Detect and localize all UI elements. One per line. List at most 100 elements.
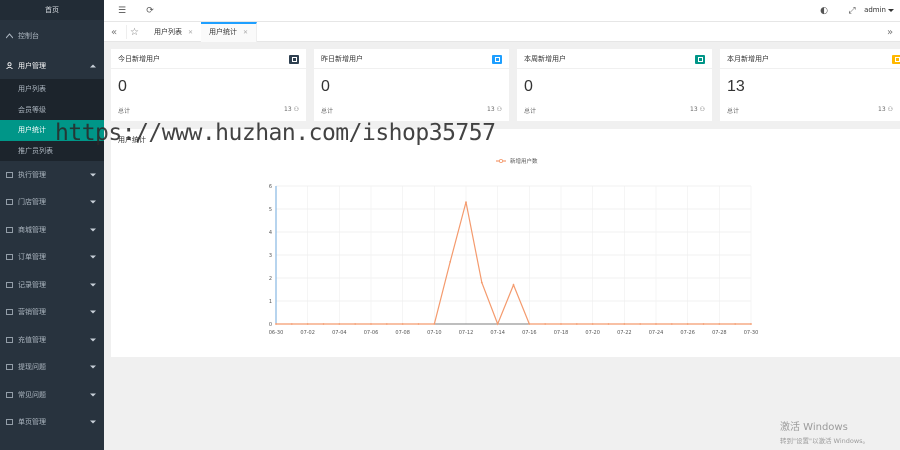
user-icon [5,62,13,69]
chevron-down-icon [90,393,96,397]
data-point [354,323,357,325]
sidebar-item[interactable]: 单页管理 [0,409,104,437]
data-point [702,323,705,325]
data-point [750,323,752,325]
y-tick-label: 0 [269,322,272,328]
data-point [686,323,689,325]
list-icon [5,336,13,343]
menu-toggle-icon[interactable]: ☰ [116,5,128,17]
stat-card-month: 本月新增用户 13 总计 13 ⚇ [720,49,900,121]
y-tick-label: 3 [269,253,272,259]
data-point [734,323,737,325]
list-icon [5,309,13,316]
tab-scroll-left-icon[interactable]: « [106,25,122,39]
data-point [607,323,610,325]
chevron-down-icon [90,365,96,369]
data-point [322,323,325,325]
chevron-down-icon [90,173,96,177]
x-tick-label: 07-08 [395,330,410,336]
theme-icon[interactable]: ◐ [818,5,830,17]
sidebar-item[interactable]: 商城管理 [0,216,104,244]
sidebar-item-dashboard[interactable]: 控制台 [0,20,104,52]
card-title: 本月新增用户 [727,55,769,63]
data-point [480,281,483,284]
refresh-icon[interactable]: ⟳ [144,5,156,17]
sidebar-item[interactable]: 充值管理 [0,326,104,354]
tab-scroll-right-icon[interactable]: » [882,25,898,39]
chevron-down-icon [90,255,96,259]
y-tick-label: 2 [269,276,272,282]
home-icon[interactable]: ☆ [126,25,142,39]
data-point [528,323,531,325]
data-point [306,323,309,325]
list-icon [5,171,13,178]
data-point [544,323,547,325]
windows-notice-line2: 转到"设置"以激活 Windows。 [780,437,870,445]
data-point [639,323,642,325]
card-foot-value: 13 [284,106,292,113]
sidebar-item[interactable]: 门店管理 [0,189,104,217]
chevron-down-icon [90,310,96,314]
card-badge-icon [289,55,299,64]
user-menu[interactable]: admin [864,6,894,14]
sidebar-subitem-member-level[interactable]: 会员等级 [0,100,104,121]
data-point [275,323,277,325]
chevron-down-icon [90,283,96,287]
sidebar-item-label: 商城管理 [18,225,46,234]
sidebar-item-user-management[interactable]: 用户管理 [0,52,104,79]
card-value: 0 [118,78,127,95]
sidebar-subitem-user-list[interactable]: 用户列表 [0,79,104,100]
sidebar-item-label: 充值管理 [18,335,46,344]
x-tick-label: 07-06 [364,330,379,336]
sidebar-item-label: 控制台 [18,32,39,40]
x-tick-label: 07-28 [712,330,727,336]
sidebar-item[interactable]: 提现问题 [0,354,104,382]
card-foot-value: 13 [878,106,886,113]
sidebar-item[interactable]: 常见问题 [0,381,104,409]
fullscreen-icon[interactable]: ⤢ [846,5,858,17]
sidebar-item[interactable]: 订单管理 [0,244,104,272]
list-icon [5,226,13,233]
card-badge-icon [892,55,900,64]
line-chart: 0 1 2 3 4 5 6 06-30 07-02 07-04 07-06 07-08 07-10 07-… [269,157,759,336]
tab-user-stats[interactable]: 用户统计 ✕ [201,22,258,42]
users-icon: ⚇ [496,106,502,113]
close-icon[interactable]: ✕ [243,29,248,36]
data-point [670,323,673,325]
sidebar-item[interactable]: 执行管理 [0,161,104,189]
card-title: 今日新增用户 [118,55,160,63]
x-tick-label: 07-12 [459,330,474,336]
close-icon[interactable]: ✕ [188,29,193,36]
data-point [370,323,372,325]
sidebar-item-label: 订单管理 [18,253,46,262]
chevron-up-icon [90,64,96,67]
card-badge-icon [695,55,705,64]
sidebar: 首页 控制台 用户管理 用户列表 会员等级 用户统计 推广员列表 执行管理 门店管… [0,0,104,450]
windows-notice-line1: 激活 Windows [780,422,848,433]
users-icon: ⚇ [293,106,299,113]
sidebar-item-label: 常见问题 [18,390,46,399]
card-title: 昨日新增用户 [321,55,363,63]
x-tick-label: 06-30 [269,330,284,336]
data-point [401,323,404,325]
x-tick-label: 07-02 [300,330,315,336]
card-value: 13 [727,78,745,95]
data-point [385,323,388,325]
sidebar-item[interactable]: 营销管理 [0,299,104,327]
tab-user-list[interactable]: 用户列表 ✕ [146,22,203,42]
sidebar-logo[interactable]: 首页 [0,0,104,20]
data-point [560,323,562,325]
legend-marker [498,158,503,163]
sidebar-item-label: 执行管理 [18,170,46,179]
sidebar-item-label: 营销管理 [18,308,46,317]
chevron-down-icon [888,8,894,12]
card-foot-label: 总计 [524,108,537,115]
x-tick-label: 07-26 [680,330,695,336]
card-foot-label: 总计 [118,108,131,115]
watermark-text: https://www.huzhan.com/ishop35757 [55,120,496,146]
data-point [575,323,578,325]
sidebar-item[interactable]: 记录管理 [0,271,104,299]
chevron-down-icon [90,200,96,204]
sidebar-item-label: 门店管理 [18,198,46,207]
data-point [591,323,594,325]
